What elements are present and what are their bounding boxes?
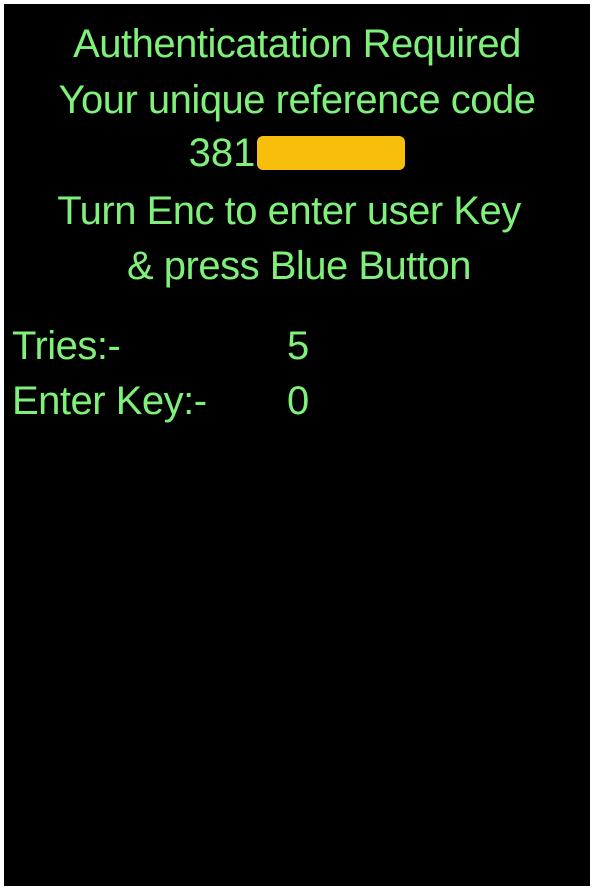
enter-key-label: Enter Key:- — [12, 379, 207, 423]
title-text: Authenticatation Required — [73, 22, 521, 66]
instruction-line-1: Turn Enc to enter user Key — [57, 189, 521, 233]
instruction-line-2: & press Blue Button — [126, 244, 472, 288]
reference-code-row: 381 — [4, 127, 590, 179]
lcd-screen: Authenticatation Required Your unique re… — [4, 4, 590, 886]
tries-label: Tries:- — [12, 324, 121, 368]
tries-value: 5 — [287, 324, 310, 368]
redaction-mark — [257, 136, 406, 170]
enter-key-value: 0 — [287, 379, 310, 423]
reference-code: 381 — [188, 131, 256, 175]
reference-label: Your unique reference code — [58, 78, 537, 122]
